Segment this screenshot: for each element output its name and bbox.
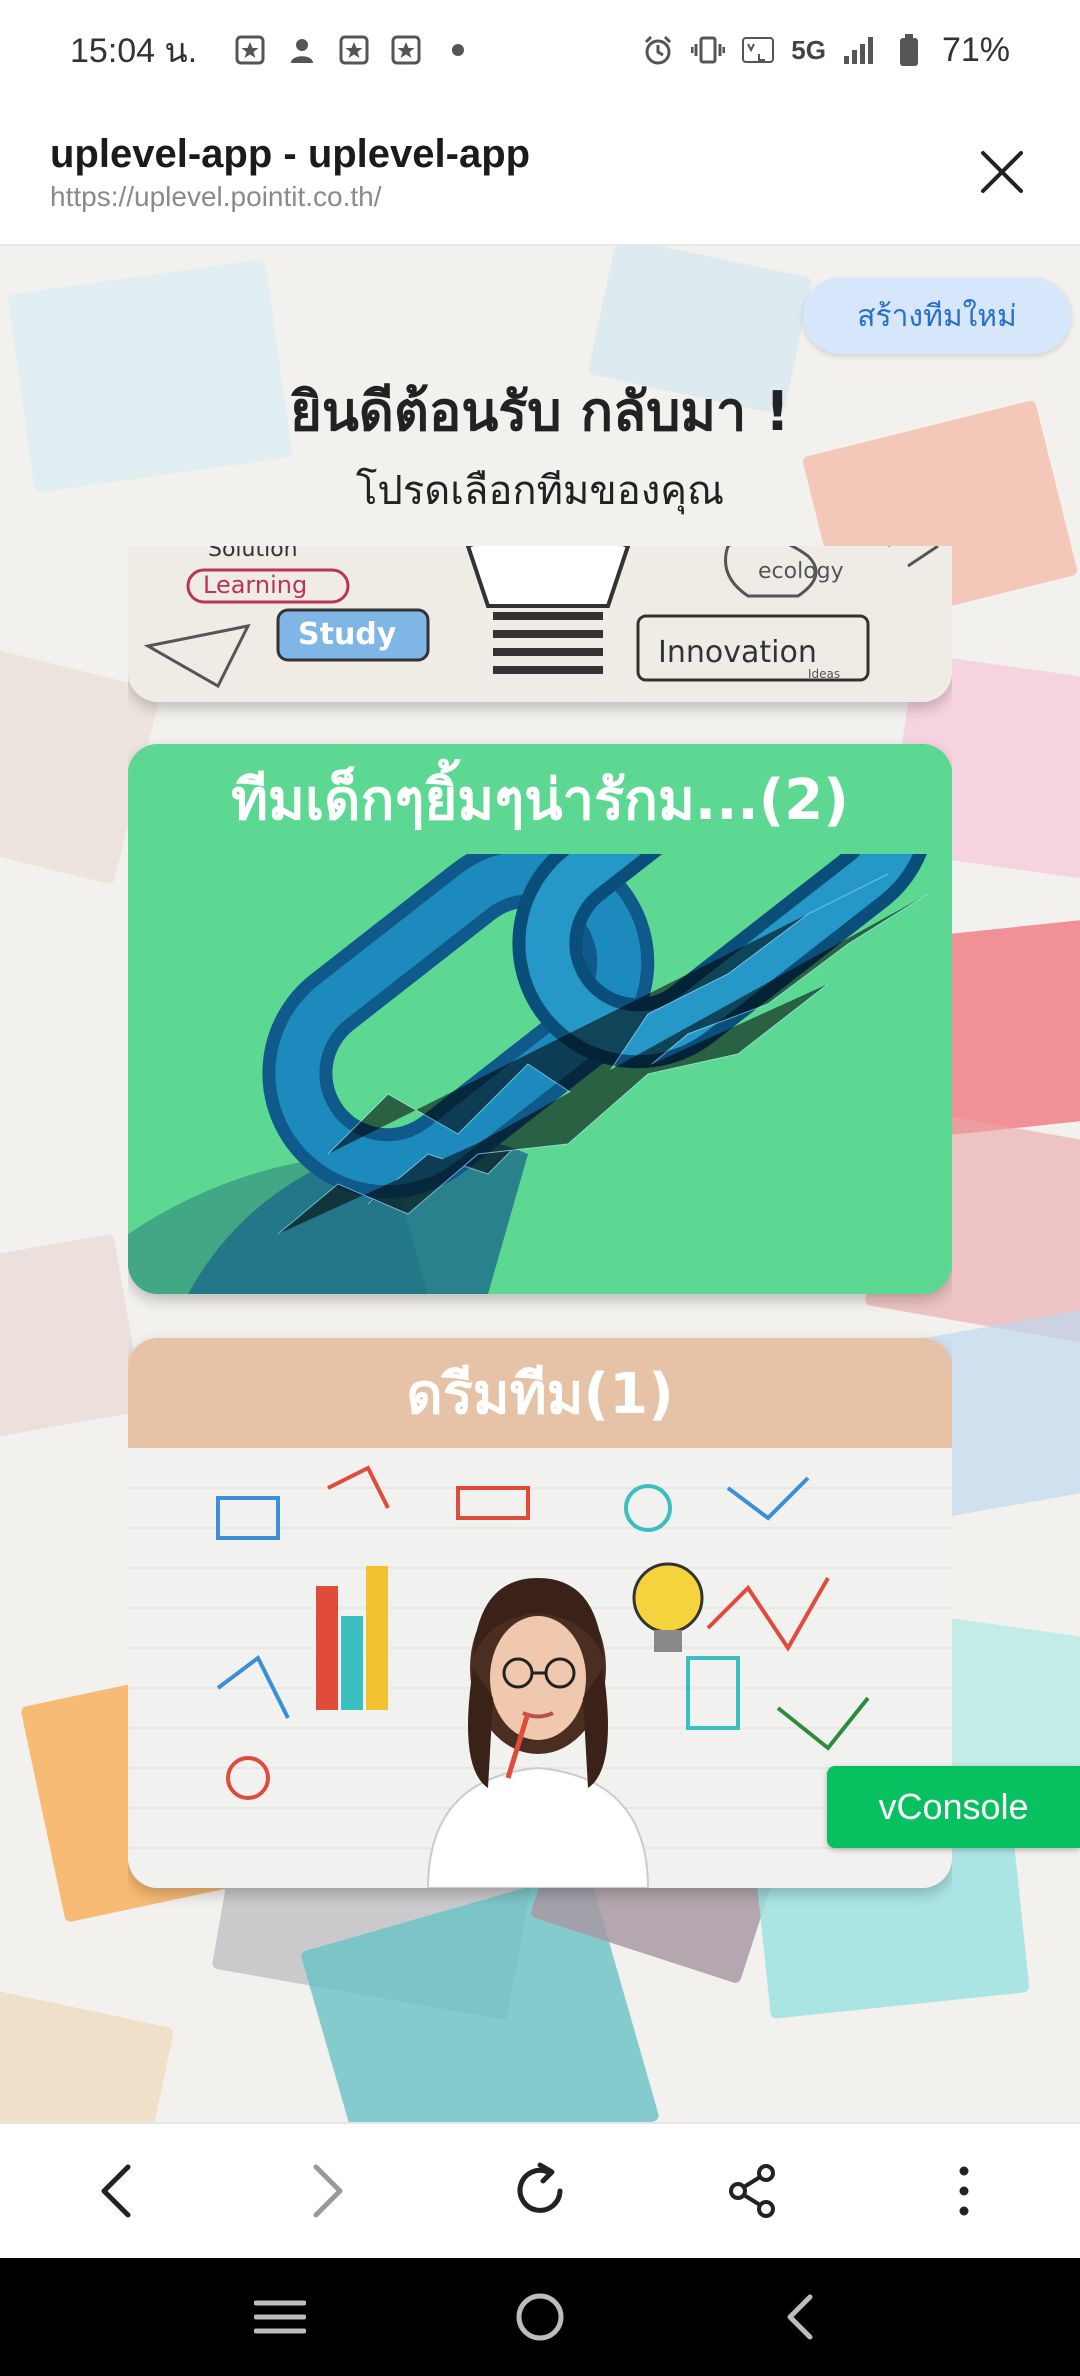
chain-network-image (128, 854, 952, 1294)
recent-apps-button[interactable] (240, 2277, 320, 2357)
share-button[interactable] (712, 2151, 792, 2231)
forward-button[interactable] (288, 2151, 368, 2231)
home-button[interactable] (500, 2277, 580, 2357)
team-name: ทีมเด็กๆยิ้มๆน่ารักม...(2) (128, 744, 952, 854)
browser-toolbar (0, 2122, 1080, 2258)
home-circle-icon (516, 2293, 564, 2341)
team-list: Solution Learning Study ecology Innovati… (128, 546, 952, 2122)
volte-icon (741, 33, 775, 67)
signal-icon (842, 33, 876, 67)
sketch-word: Solution (208, 546, 298, 562)
system-back-button[interactable] (760, 2277, 840, 2357)
person-icon (285, 33, 319, 67)
create-team-button[interactable]: สร้างทีมใหม่ (803, 278, 1071, 354)
web-content: สร้างทีมใหม่ ยินดีต้อนรับ กลับมา ! โปรดเ… (0, 246, 1080, 2122)
star-badge-icon (233, 33, 267, 67)
sketch-doodle-image: Solution Learning Study ecology Innovati… (128, 546, 952, 702)
back-chevron-icon (787, 2294, 813, 2340)
select-team-subtitle: โปรดเลือกทีมของคุณ (355, 468, 725, 514)
vibrate-icon (691, 33, 726, 67)
battery-percentage: 71% (941, 30, 1010, 69)
more-options-button[interactable] (924, 2151, 1004, 2231)
team-name: ดรีมทีม(1) (128, 1338, 952, 1448)
dot-icon (441, 33, 475, 67)
close-button[interactable] (974, 144, 1030, 200)
sketch-word: Study (298, 617, 397, 652)
chevron-left-icon (101, 2164, 131, 2218)
welcome-heading: ยินดีต้อนรับ กลับมา ! (290, 380, 790, 443)
page-title: uplevel-app - uplevel-app (50, 132, 531, 176)
page-url[interactable]: https://uplevel.pointit.co.th/ (50, 181, 1030, 213)
close-icon (981, 151, 1023, 193)
system-nav-bar (0, 2258, 1080, 2376)
reload-button[interactable] (500, 2151, 580, 2231)
sketch-word: ecology (758, 559, 844, 584)
status-time: 15:04 น. (70, 32, 198, 70)
sketch-word: Ideas (808, 667, 840, 681)
battery-icon (892, 33, 926, 67)
back-button[interactable] (76, 2151, 156, 2231)
team-card-partial[interactable]: Solution Learning Study ecology Innovati… (128, 546, 952, 702)
team-card[interactable]: ทีมเด็กๆยิ้มๆน่ารักม...(2) (128, 744, 952, 1294)
star-badge-icon (337, 33, 371, 67)
share-icon (729, 2164, 775, 2218)
star-badge-icon (389, 33, 423, 67)
menu-lines-icon (254, 2300, 306, 2334)
status-right: 5G 71% (641, 31, 1010, 70)
browser-header: uplevel-app - uplevel-app https://upleve… (0, 100, 1080, 246)
alarm-icon (641, 33, 675, 67)
status-bar: 15:04 น. 5G 71% (0, 0, 1080, 100)
more-vertical-icon (959, 2166, 969, 2216)
refresh-icon (517, 2162, 563, 2213)
chevron-right-icon (313, 2164, 343, 2218)
vconsole-button[interactable]: vConsole (827, 1766, 1080, 1848)
sketch-word: Innovation (658, 635, 817, 670)
network-type-label: 5G (791, 34, 826, 65)
sketch-word: Learning (203, 571, 307, 599)
status-left: 15:04 น. (70, 23, 475, 77)
